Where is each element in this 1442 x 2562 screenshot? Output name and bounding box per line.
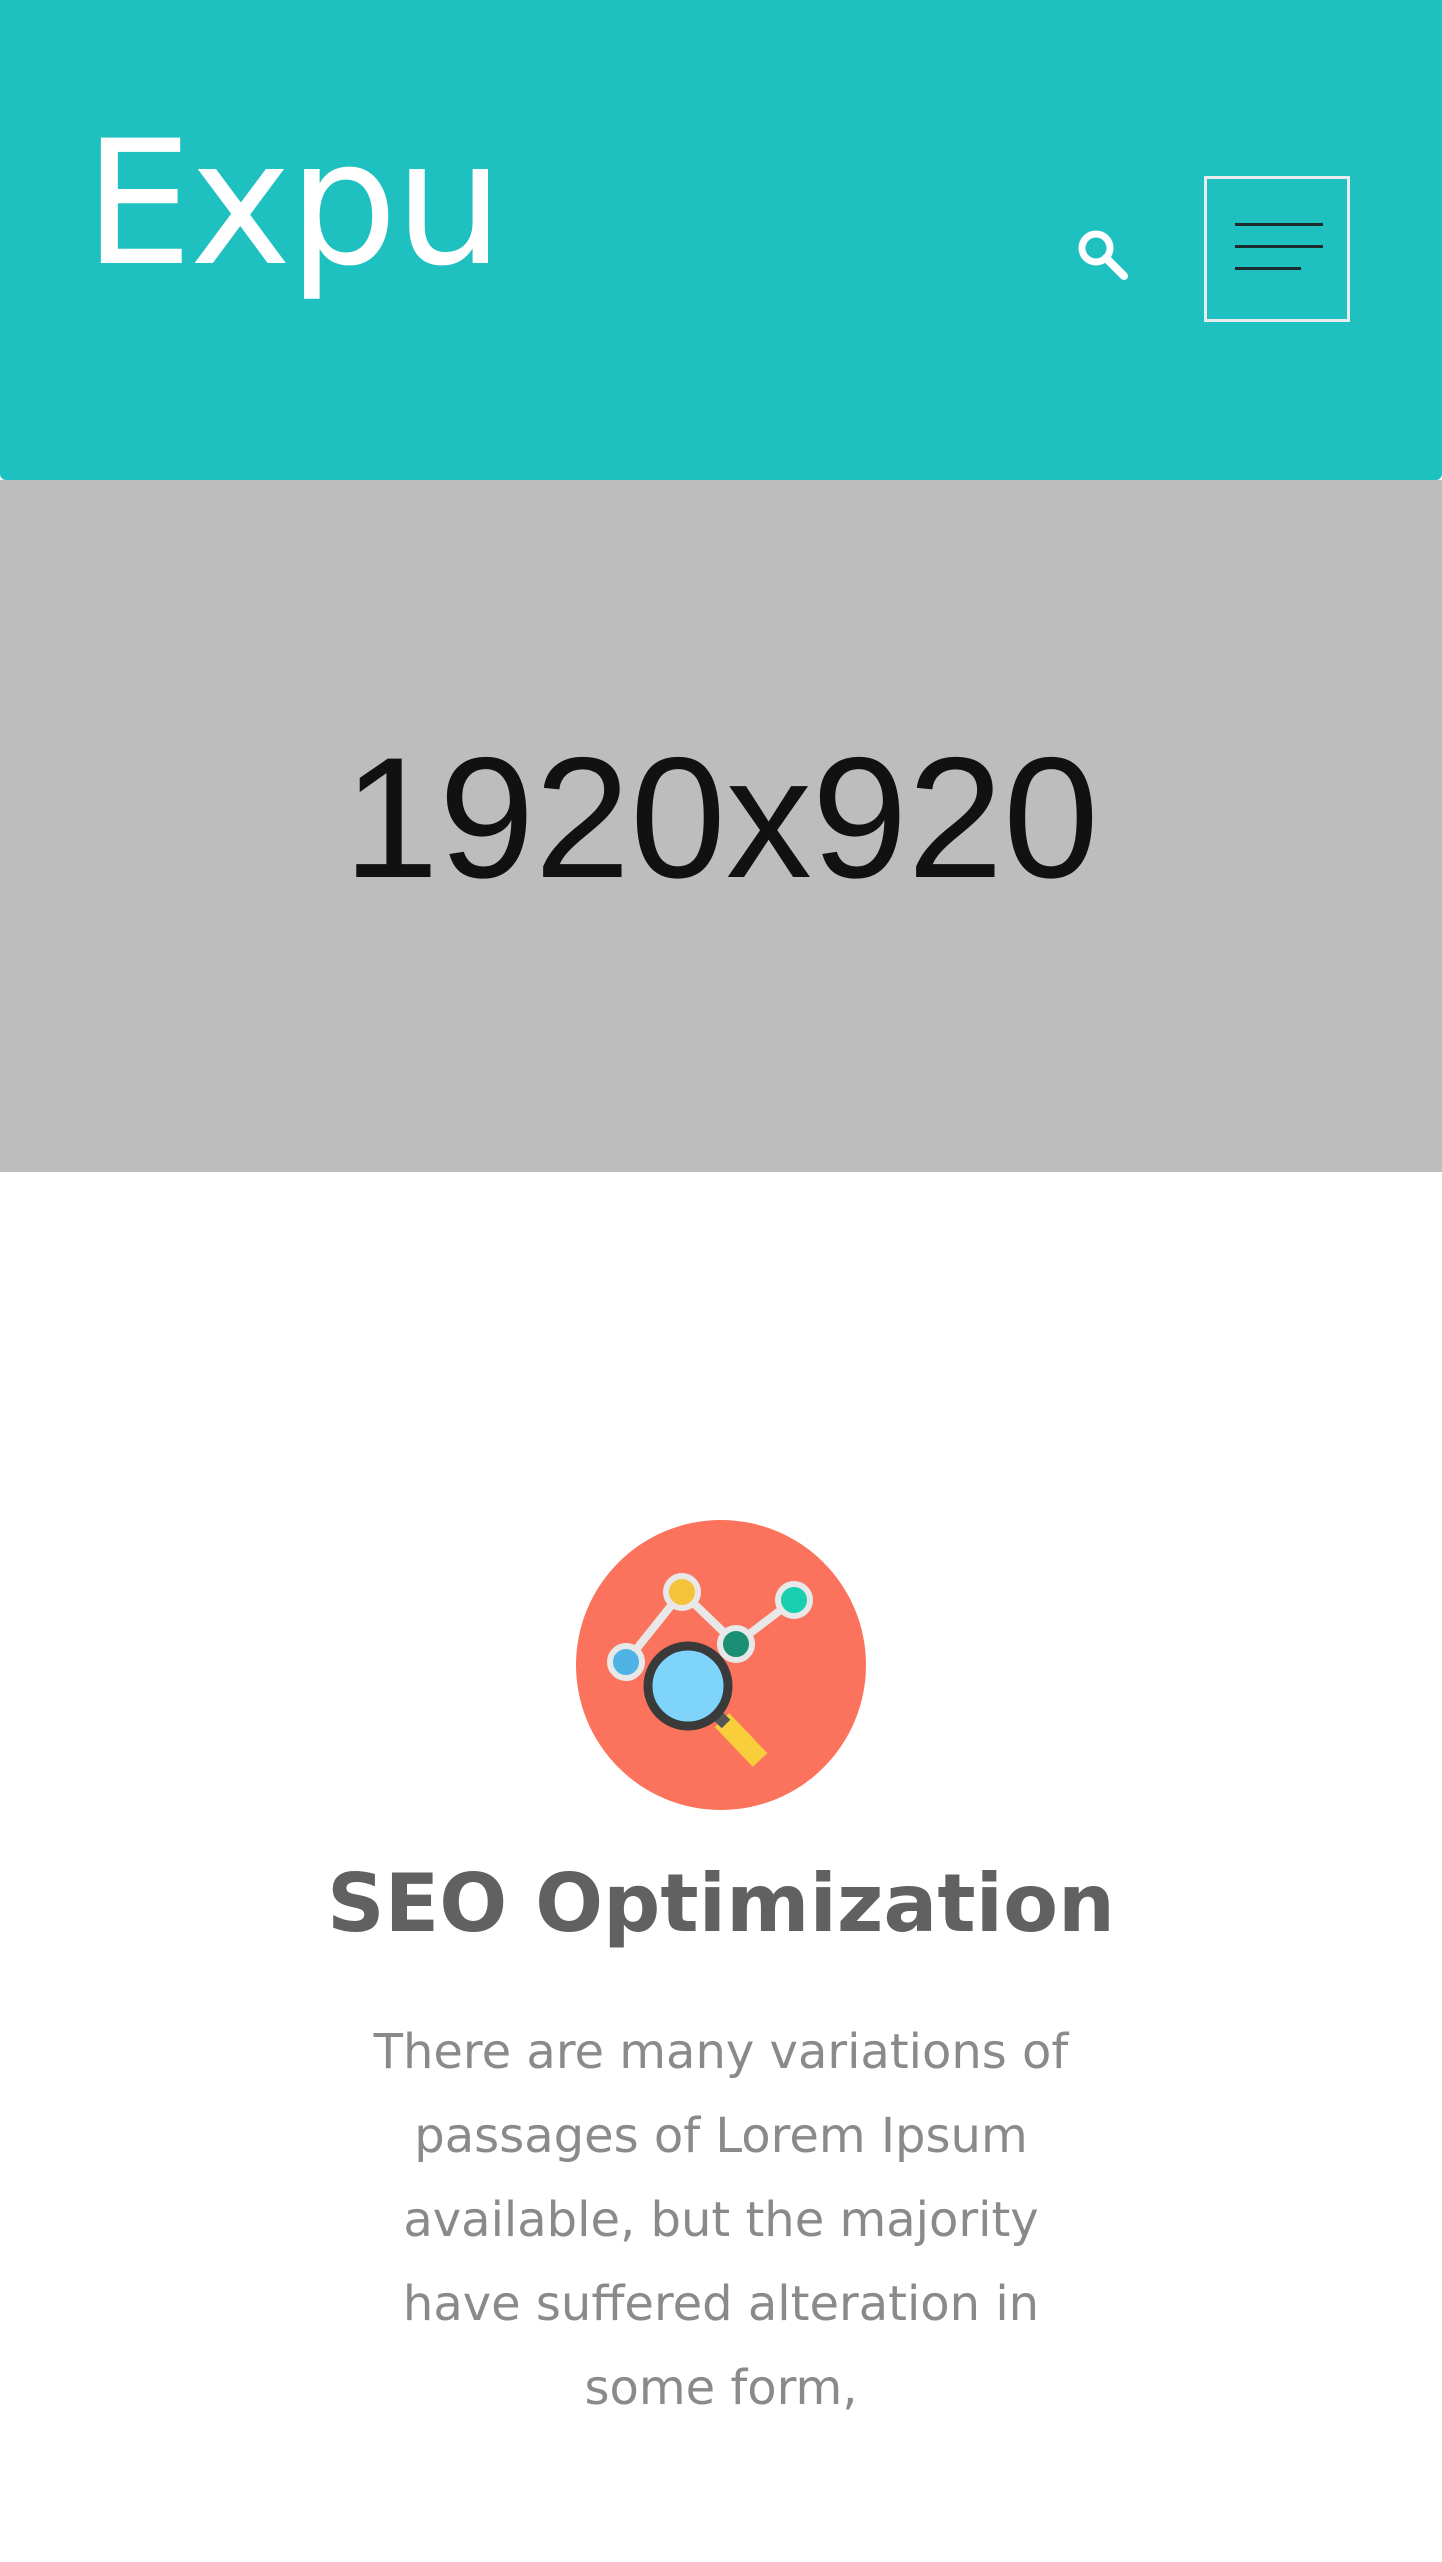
seo-analytics-icon (576, 1520, 866, 1810)
menu-toggle-button[interactable] (1204, 176, 1350, 322)
feature-card: SEO Optimization There are many variatio… (0, 1172, 1442, 2562)
site-header: Expu (0, 0, 1442, 480)
site-logo[interactable]: Expu (84, 118, 504, 290)
search-button[interactable] (1070, 222, 1136, 288)
hero-image-placeholder: 1920x920 (0, 480, 1442, 1172)
feature-description: There are many variations of passages of… (373, 2024, 1069, 2416)
hero-placeholder-label: 1920x920 (343, 722, 1099, 914)
search-icon (1078, 230, 1128, 280)
feature-title: SEO Optimization (327, 1857, 1115, 1950)
page: Expu 1920x920 SEO Optimization There are… (0, 0, 1442, 2562)
